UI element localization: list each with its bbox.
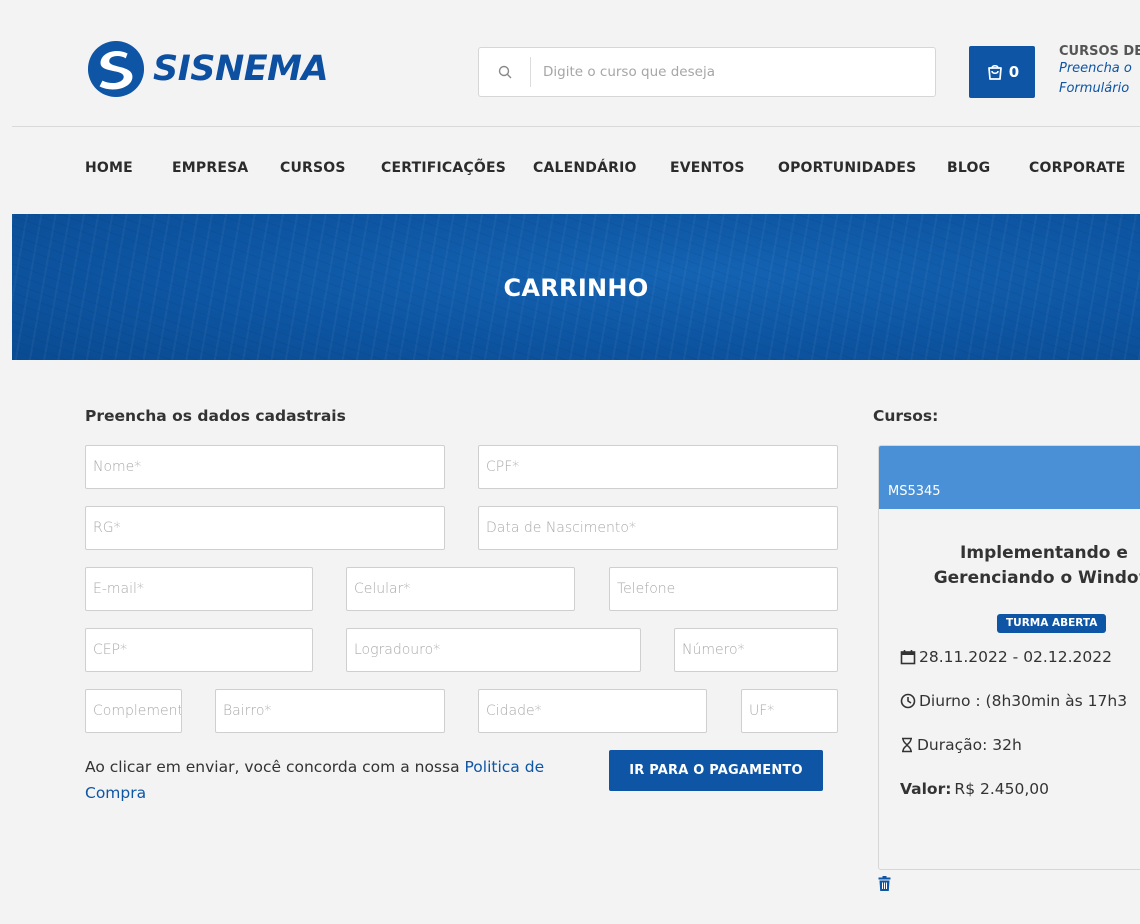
email-field[interactable] bbox=[85, 567, 313, 611]
price-label: Valor: bbox=[900, 780, 952, 798]
terms-text: Ao clicar em enviar, você concorda com a… bbox=[85, 754, 585, 806]
header: SISNEMA 0 CURSOS DE Preencha o Formulári… bbox=[12, 10, 1140, 126]
course-schedule: Diurno : (8h30min às 17h3 bbox=[900, 692, 1127, 710]
course-name-line-1: Implementando e bbox=[960, 543, 1128, 563]
course-duration-text: Duração: 32h bbox=[917, 736, 1022, 754]
nav-oportunidades[interactable]: OPORTUNIDADES bbox=[778, 160, 916, 176]
cep-field[interactable] bbox=[85, 628, 313, 672]
mobile-field[interactable] bbox=[346, 567, 575, 611]
course-duration: Duração: 32h bbox=[900, 736, 1022, 754]
nav-corporate[interactable]: CORPORATE bbox=[1029, 160, 1126, 176]
logo[interactable]: SISNEMA bbox=[87, 40, 329, 98]
cart-icon bbox=[987, 64, 1002, 80]
logo-text: SISNEMA bbox=[153, 49, 329, 89]
course-name-line-2: Gerenciando o Window bbox=[933, 568, 1140, 588]
search-input[interactable] bbox=[531, 48, 935, 96]
course-schedule-text: Diurno : (8h30min às 17h3 bbox=[919, 692, 1128, 710]
go-to-payment-button[interactable]: IR PARA O PAGAMENTO bbox=[609, 750, 823, 791]
cart-count: 0 bbox=[1008, 63, 1020, 81]
nav-empresa[interactable]: EMPRESA bbox=[172, 160, 248, 176]
clock-icon bbox=[900, 693, 916, 709]
course-code: MS5345 bbox=[888, 484, 941, 499]
nav-eventos[interactable]: EVENTOS bbox=[670, 160, 745, 176]
nav-calendario[interactable]: CALENDÁRIO bbox=[533, 160, 637, 176]
courses-title: Cursos: bbox=[873, 407, 939, 425]
complement-field[interactable] bbox=[85, 689, 182, 733]
course-card: MS5345 Implementando e Gerenciando o Win… bbox=[878, 445, 1140, 870]
nav-cursos[interactable]: CURSOS bbox=[280, 160, 346, 176]
promo-block[interactable]: CURSOS DE Preencha o Formulário bbox=[1059, 44, 1140, 99]
birthdate-field[interactable] bbox=[478, 506, 838, 550]
phone-field[interactable] bbox=[609, 567, 838, 611]
trash-icon[interactable] bbox=[878, 876, 891, 891]
price-value: R$ 2.450,00 bbox=[954, 780, 1050, 798]
page-title: CARRINHO bbox=[503, 274, 649, 302]
calendar-icon bbox=[900, 650, 916, 665]
name-field[interactable] bbox=[85, 445, 445, 489]
hourglass-icon bbox=[902, 737, 912, 753]
district-field[interactable] bbox=[215, 689, 445, 733]
promo-title: CURSOS DE bbox=[1059, 44, 1140, 59]
course-price: Valor: R$ 2.450,00 bbox=[900, 780, 1049, 798]
promo-line-1[interactable]: Preencha o bbox=[1059, 59, 1140, 79]
nav-blog[interactable]: BLOG bbox=[947, 160, 990, 176]
cpf-field[interactable] bbox=[478, 445, 838, 489]
number-field[interactable] bbox=[674, 628, 838, 672]
page: SISNEMA 0 CURSOS DE Preencha o Formulári… bbox=[12, 10, 1140, 924]
nav-certificacoes[interactable]: CERTIFICAÇÕES bbox=[381, 160, 506, 176]
search-icon[interactable] bbox=[479, 57, 531, 87]
course-dates: 28.11.2022 - 02.12.2022 bbox=[900, 648, 1112, 666]
promo-line-2[interactable]: Formulário bbox=[1059, 79, 1140, 99]
main-nav: HOME EMPRESA CURSOS CERTIFICAÇÕES CALEND… bbox=[12, 127, 1140, 214]
cart-button[interactable]: 0 bbox=[969, 46, 1035, 98]
course-dates-text: 28.11.2022 - 02.12.2022 bbox=[919, 648, 1112, 666]
form-title: Preencha os dados cadastrais bbox=[85, 407, 346, 425]
search-bar bbox=[478, 47, 936, 97]
sisnema-logo-icon bbox=[87, 40, 145, 98]
terms-label: Ao clicar em enviar, você concorda com a… bbox=[85, 758, 460, 776]
status-badge: TURMA ABERTA bbox=[997, 614, 1107, 633]
city-field[interactable] bbox=[478, 689, 707, 733]
page-banner: CARRINHO bbox=[12, 214, 1140, 360]
course-name[interactable]: Implementando e Gerenciando o Window bbox=[879, 541, 1140, 591]
rg-field[interactable] bbox=[85, 506, 445, 550]
state-field[interactable] bbox=[741, 689, 838, 733]
street-field[interactable] bbox=[346, 628, 641, 672]
course-card-header: MS5345 bbox=[879, 446, 1140, 509]
nav-home[interactable]: HOME bbox=[85, 160, 133, 176]
